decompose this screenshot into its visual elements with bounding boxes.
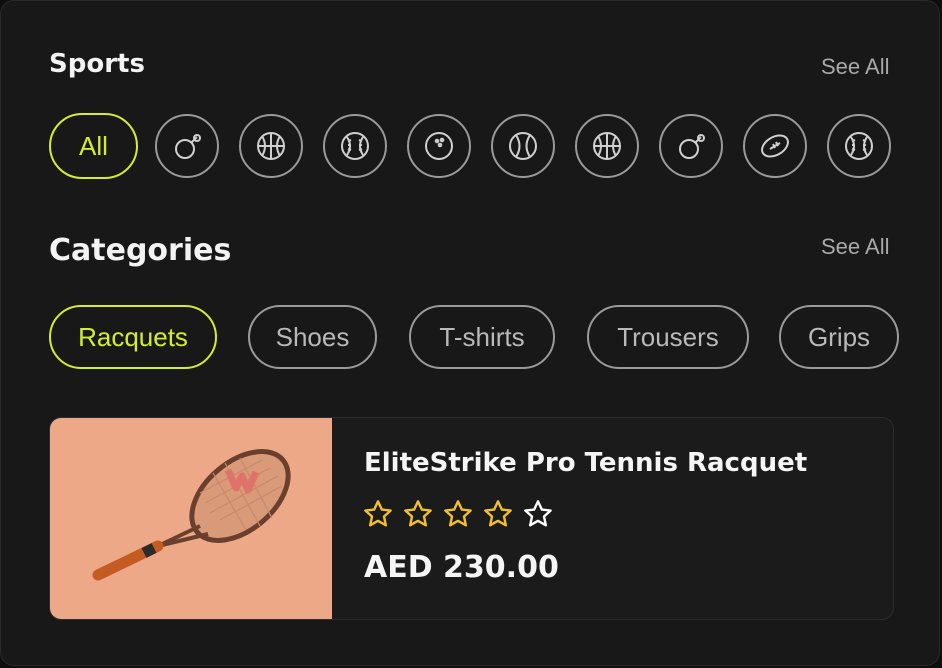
- sports-title: Sports: [49, 49, 145, 79]
- star-filled-icon: [484, 500, 512, 527]
- product-rating: [362, 498, 554, 530]
- sport-filter-table-tennis[interactable]: [155, 114, 219, 178]
- baseball-icon: [341, 132, 369, 160]
- category-trousers[interactable]: Trousers: [587, 305, 749, 369]
- star-filled-icon: [444, 500, 472, 527]
- sport-filter-bowling[interactable]: [407, 114, 471, 178]
- star-empty-icon: [524, 500, 552, 527]
- tennis-ball-icon: [509, 132, 537, 160]
- sports-see-all-link[interactable]: See All: [821, 54, 890, 80]
- american-football-icon: [761, 134, 789, 158]
- sport-filter-baseball[interactable]: [323, 114, 387, 178]
- sport-filter-baseball-2[interactable]: [827, 114, 891, 178]
- star-filled-icon: [364, 500, 392, 527]
- category-racquets[interactable]: Racquets: [49, 305, 217, 369]
- product-name: EliteStrike Pro Tennis Racquet: [364, 448, 808, 478]
- basketball-icon: [257, 132, 285, 160]
- sport-filter-basketball-2[interactable]: [575, 114, 639, 178]
- category-grips[interactable]: Grips: [779, 305, 899, 369]
- product-image: [50, 418, 332, 619]
- product-price: AED 230.00: [364, 550, 559, 585]
- star-filled-icon: [404, 500, 432, 527]
- tennis-racquet-icon: [92, 449, 291, 581]
- category-t-shirts[interactable]: T-shirts: [409, 305, 555, 369]
- categories-title: Categories: [49, 233, 232, 268]
- table-tennis-icon: [175, 134, 201, 159]
- table-tennis-icon: [679, 134, 705, 159]
- sport-filter-basketball[interactable]: [239, 114, 303, 178]
- baseball-icon: [845, 132, 873, 160]
- sport-filter-all[interactable]: All: [49, 113, 138, 179]
- sport-filter-table-tennis-2[interactable]: [659, 114, 723, 178]
- sport-filter-tennis[interactable]: [491, 114, 555, 178]
- product-card[interactable]: EliteStrike Pro Tennis Racquet AED 230.0…: [49, 417, 894, 620]
- sport-filter-american-football[interactable]: [743, 114, 807, 178]
- category-shoes[interactable]: Shoes: [248, 305, 377, 369]
- bowling-ball-icon: [425, 132, 453, 160]
- categories-see-all-link[interactable]: See All: [821, 234, 890, 260]
- basketball-icon: [593, 132, 621, 160]
- sports-card: Sports See All All Categories See All Ra…: [0, 0, 940, 666]
